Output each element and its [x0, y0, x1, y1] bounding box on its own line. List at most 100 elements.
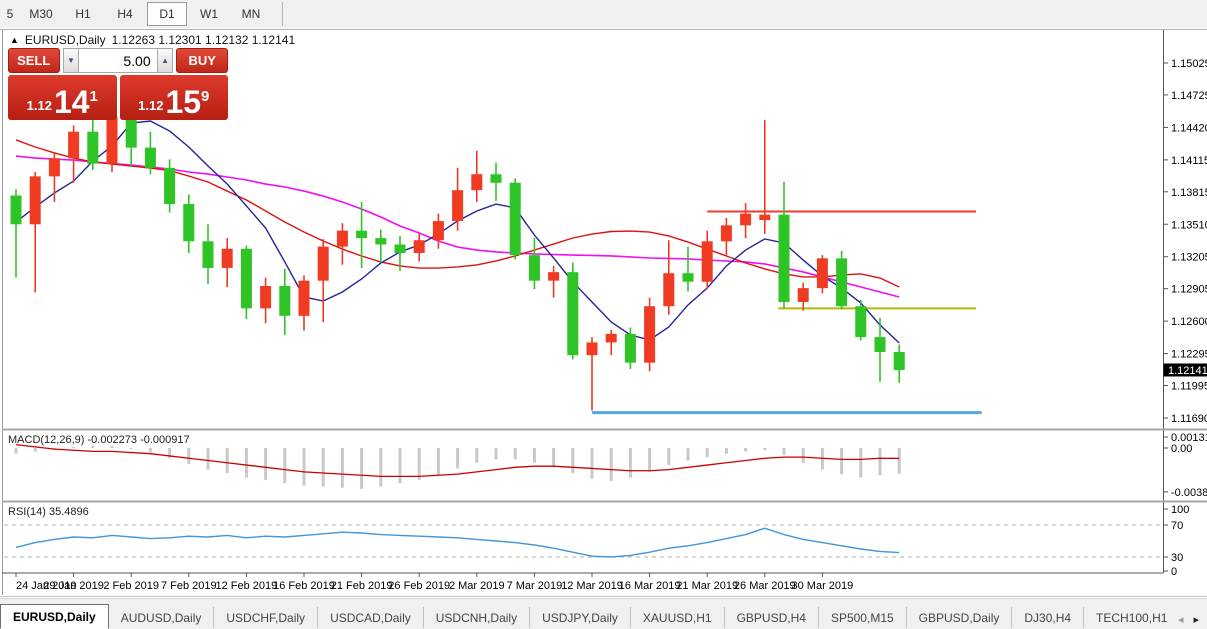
toolbar-separator — [282, 2, 283, 26]
timeframe-toolbar: 5 M30 H1 H4 D1 W1 MN — [0, 0, 1207, 29]
macd-histogram-bar — [245, 448, 248, 478]
timeframe-button-mn[interactable]: MN — [231, 2, 271, 26]
macd-histogram-bar — [360, 448, 363, 489]
tab-scroll-left-icon[interactable]: ◂ — [1178, 613, 1184, 626]
volume-increase-button[interactable]: ▲ — [157, 48, 174, 73]
candle-bear — [203, 241, 214, 268]
macd-histogram-bar — [495, 448, 498, 459]
bid-price-button[interactable]: 1.12141 — [8, 75, 117, 120]
candle-bear — [164, 168, 175, 204]
timeframe-button-h1[interactable]: H1 — [63, 2, 103, 26]
candle-bull — [222, 249, 233, 268]
svg-text:0.00: 0.00 — [1171, 443, 1192, 455]
timeframe-button-h4[interactable]: H4 — [105, 2, 145, 26]
macd-histogram-bar — [898, 448, 901, 474]
macd-histogram-bar — [34, 448, 37, 451]
candle-bull — [452, 190, 463, 221]
symbol-tab-eurusd-daily[interactable]: EURUSD,Daily — [0, 604, 109, 629]
svg-text:26 Feb 2019: 26 Feb 2019 — [388, 580, 450, 592]
svg-text:1.14420: 1.14420 — [1171, 122, 1207, 134]
candle-bear — [279, 286, 290, 316]
symbol-tab-usdjpy-daily[interactable]: USDJPY,Daily — [530, 607, 631, 628]
macd-histogram-bar — [629, 448, 632, 478]
candle-bear — [241, 249, 252, 309]
svg-text:1.12905: 1.12905 — [1171, 284, 1207, 296]
macd-histogram-bar — [514, 448, 517, 459]
macd-histogram-bar — [264, 448, 267, 480]
candle-bear — [567, 272, 578, 355]
macd-histogram-bar — [418, 448, 421, 480]
candle-bull — [299, 281, 310, 316]
candle-bear — [855, 306, 866, 337]
symbol-tab-usdcad-daily[interactable]: USDCAD,Daily — [318, 607, 424, 628]
timeframe-button-m5[interactable]: 5 — [1, 2, 19, 26]
symbol-tab-usdchf-daily[interactable]: USDCHF,Daily — [214, 607, 318, 628]
macd-histogram-bar — [802, 448, 805, 463]
macd-histogram-bar — [648, 448, 651, 472]
symbol-tab-usdcnh-daily[interactable]: USDCNH,Daily — [424, 607, 530, 628]
chart-ohlc-values: 1.12263 1.12301 1.12132 1.12141 — [112, 33, 296, 47]
symbol-tab-gbpusd-daily[interactable]: GBPUSD,Daily — [907, 607, 1013, 628]
svg-text:12 Feb 2019: 12 Feb 2019 — [216, 580, 278, 592]
candle-bull — [702, 241, 713, 281]
symbol-tab-tech100-h1[interactable]: TECH100,H1 — [1084, 607, 1170, 628]
macd-histogram-bar — [341, 448, 344, 488]
symbol-tab-gbpusd-h4[interactable]: GBPUSD,H4 — [725, 607, 819, 628]
svg-text:1.14115: 1.14115 — [1171, 155, 1207, 167]
timeframe-button-m30[interactable]: M30 — [21, 2, 61, 26]
candle-bear — [836, 258, 847, 306]
macd-histogram-bar — [303, 448, 306, 485]
volume-decrease-button[interactable]: ▼ — [63, 48, 80, 73]
timeframe-button-w1[interactable]: W1 — [189, 2, 229, 26]
svg-text:30 Mar 2019: 30 Mar 2019 — [792, 580, 854, 592]
rsi-label-name: RSI(14) — [8, 506, 46, 518]
svg-text:7 Mar 2019: 7 Mar 2019 — [507, 580, 563, 592]
svg-text:2 Mar 2019: 2 Mar 2019 — [449, 580, 505, 592]
candle-bull — [68, 132, 79, 159]
macd-histogram-bar — [571, 448, 574, 473]
macd-histogram-bar — [687, 448, 690, 460]
candle-bull — [471, 174, 482, 190]
candle-bull — [721, 225, 732, 241]
symbol-tab-sp500-m15[interactable]: SP500,M15 — [819, 607, 907, 628]
sell-button[interactable]: SELL — [8, 48, 60, 73]
svg-text:1.13205: 1.13205 — [1171, 252, 1207, 264]
candle-bull — [759, 215, 770, 220]
candle-bear — [779, 215, 790, 302]
candle-bull — [606, 334, 617, 343]
macd-histogram-bar — [283, 448, 286, 483]
timeframe-button-d1[interactable]: D1 — [147, 2, 187, 26]
rsi-pane-label: RSI(14) 35.4896 — [8, 506, 89, 518]
tab-scroll-right-icon[interactable]: ▸ — [1193, 613, 1199, 626]
ask-price-button[interactable]: 1.12159 — [120, 75, 229, 120]
symbol-tab-dj30-h4[interactable]: DJ30,H4 — [1012, 607, 1084, 628]
svg-text:16 Mar 2019: 16 Mar 2019 — [619, 580, 681, 592]
symbol-tab-audusd-daily[interactable]: AUDUSD,Daily — [109, 607, 215, 628]
candle-bull — [663, 273, 674, 306]
svg-text:1.12600: 1.12600 — [1171, 316, 1207, 328]
macd-histogram-bar — [879, 448, 882, 475]
macd-histogram-bar — [72, 447, 75, 448]
collapse-triangle-icon[interactable]: ▲ — [10, 35, 19, 45]
macd-histogram-bar — [610, 448, 613, 481]
candle-bull — [740, 214, 751, 226]
macd-histogram-bar — [111, 446, 114, 448]
buy-button[interactable]: BUY — [176, 48, 228, 73]
candle-bull — [414, 240, 425, 253]
macd-histogram-bar — [379, 448, 382, 487]
macd-histogram-bar — [475, 448, 478, 463]
svg-text:0: 0 — [1171, 566, 1177, 578]
macd-histogram-bar — [725, 448, 728, 454]
macd-histogram-bar — [840, 448, 843, 474]
volume-input[interactable]: 5.00 — [79, 48, 156, 73]
candle-bull — [644, 306, 655, 362]
svg-text:1.12295: 1.12295 — [1171, 349, 1207, 361]
svg-text:1.12141: 1.12141 — [1168, 365, 1207, 377]
macd-histogram-bar — [130, 448, 133, 449]
symbol-tab-xauusd-h1[interactable]: XAUUSD,H1 — [631, 607, 725, 628]
candle-bear — [395, 244, 406, 253]
svg-text:26 Mar 2019: 26 Mar 2019 — [734, 580, 796, 592]
candle-bull — [548, 272, 559, 281]
macd-histogram-bar — [552, 448, 555, 467]
candle-bear — [894, 352, 905, 370]
